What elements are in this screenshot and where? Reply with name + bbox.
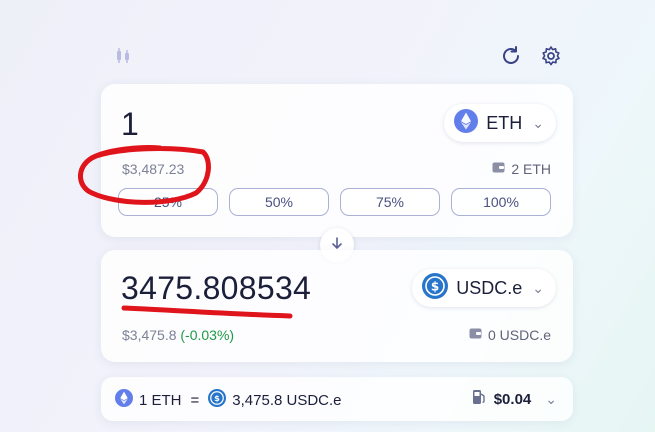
exchange-rate: 1 ETH = $ 3,475.8 USDC.e (115, 389, 342, 411)
rate-to: 3,475.8 USDC.e (232, 391, 342, 409)
svg-text:$: $ (431, 279, 439, 293)
usdc-icon: $ (208, 389, 227, 411)
buy-fiat-amount: $3,475.8 (122, 327, 177, 343)
sell-amount-input[interactable]: 1 (121, 106, 139, 143)
price-impact: (-0.03%) (180, 327, 235, 343)
gear-icon[interactable] (539, 44, 563, 68)
buy-token-symbol: USDC.e (456, 277, 523, 298)
chevron-down-icon: ⌄ (532, 279, 544, 296)
eth-icon (454, 108, 479, 138)
percent-75-button[interactable]: 75% (340, 188, 440, 216)
sell-card: 1 $3,487.23 ETH ⌄ 2 ETH 25% 50% 75% 100% (101, 84, 573, 237)
sell-token-symbol: ETH (486, 112, 523, 133)
buy-token-select[interactable]: $ USDC.e ⌄ (412, 269, 556, 307)
sell-balance: 2 ETH (492, 161, 551, 177)
eth-icon (115, 389, 133, 411)
svg-text:$: $ (214, 393, 220, 403)
wallet-icon (492, 161, 505, 177)
percent-100-button[interactable]: 100% (451, 188, 551, 216)
percent-50-button[interactable]: 50% (229, 188, 329, 216)
chevron-down-icon: ⌄ (532, 114, 544, 131)
rate-from: 1 ETH (139, 391, 182, 409)
refresh-icon[interactable] (499, 44, 523, 68)
buy-balance: 0 USDC.e (469, 327, 551, 343)
exchange-rate-bar[interactable]: 1 ETH = $ 3,475.8 USDC.e $0.04 ⌄ (101, 377, 573, 421)
gas-fee-value: $0.04 (493, 390, 532, 408)
chevron-down-icon[interactable]: ⌄ (545, 391, 557, 408)
buy-amount-output: 3475.808534 (121, 270, 312, 306)
buy-card: 3475.808534 $3,475.8 (-0.03%) $ USDC.e ⌄… (101, 250, 573, 362)
sell-token-select[interactable]: ETH ⌄ (444, 104, 556, 142)
gas-pump-icon (472, 389, 486, 409)
wallet-icon (469, 327, 482, 343)
buy-balance-value: 0 USDC.e (487, 327, 551, 343)
percent-buttons: 25% 50% 75% 100% (118, 188, 551, 216)
gas-fee: $0.04 ⌄ (472, 389, 557, 409)
sell-balance-value: 2 ETH (511, 161, 551, 177)
percent-25-button[interactable]: 25% (118, 188, 218, 216)
buy-fiat-value: $3,475.8 (-0.03%) (122, 327, 234, 343)
candlestick-chart-icon[interactable] (112, 45, 134, 67)
sell-fiat-value: $3,487.23 (122, 161, 185, 177)
rate-equals: = (190, 391, 200, 409)
usdc-icon: $ (422, 272, 449, 304)
